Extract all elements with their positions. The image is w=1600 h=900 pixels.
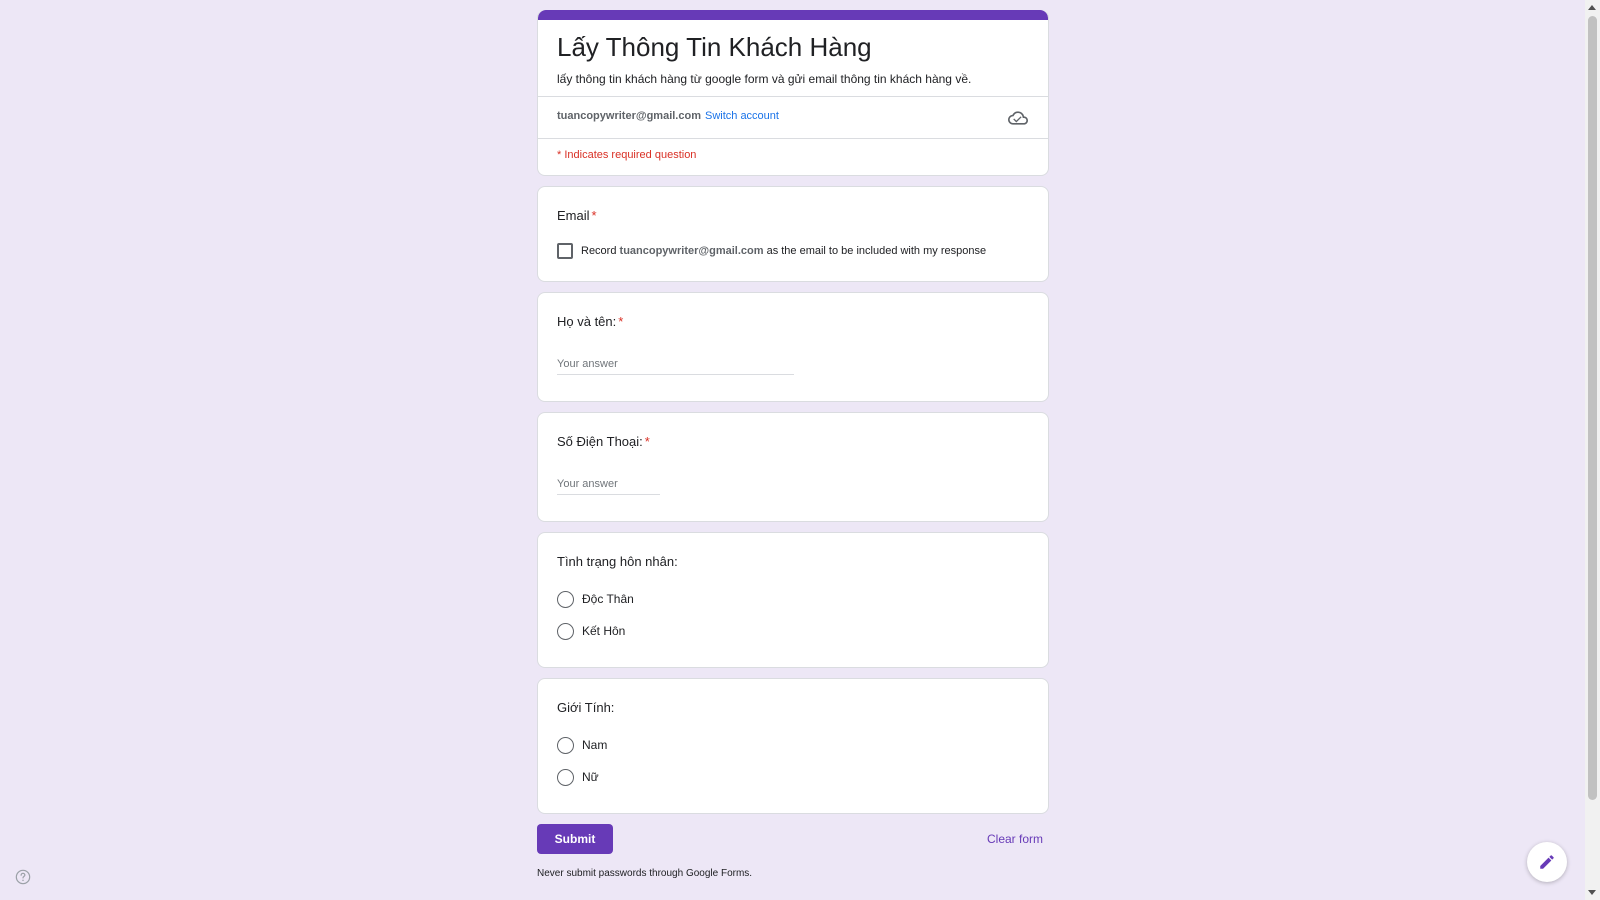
required-star: * bbox=[618, 314, 624, 329]
scroll-down-arrow-icon[interactable] bbox=[1588, 890, 1596, 895]
account-row: tuancopywriter@gmail.com Switch account bbox=[538, 96, 1048, 138]
radio-button[interactable] bbox=[557, 622, 574, 640]
cloud-done-icon bbox=[1008, 111, 1028, 125]
scrollbar-thumb[interactable] bbox=[1588, 16, 1597, 800]
question-title-text: Email bbox=[557, 208, 590, 223]
question-email: Email * Record tuancopywriter@gmail.com a… bbox=[537, 186, 1049, 282]
question-title: Email * bbox=[557, 207, 1029, 225]
record-email-address: tuancopywriter@gmail.com bbox=[619, 245, 764, 257]
question-title-text: Họ và tên: bbox=[557, 314, 617, 329]
question-title: Giới Tính: bbox=[557, 700, 615, 715]
required-star: * bbox=[591, 208, 597, 223]
account-email: tuancopywriter@gmail.com bbox=[557, 110, 701, 122]
record-email-label: Record tuancopywriter@gmail.com as the e… bbox=[581, 245, 986, 257]
name-input[interactable] bbox=[557, 354, 794, 375]
radio-option-single[interactable]: Độc Thân bbox=[557, 587, 1029, 611]
radio-option-male[interactable]: Nam bbox=[557, 733, 1029, 757]
radio-button[interactable] bbox=[557, 590, 574, 608]
record-suffix: as the email to be included with my resp… bbox=[763, 245, 987, 257]
form-header-card: Lấy Thông Tin Khách Hàng lấy thông tin k… bbox=[537, 10, 1049, 176]
vertical-scrollbar[interactable] bbox=[1585, 0, 1600, 900]
phone-input[interactable] bbox=[557, 474, 660, 495]
radio-option-female[interactable]: Nữ bbox=[557, 765, 1029, 789]
question-gender: Giới Tính: Nam Nữ bbox=[537, 678, 1049, 814]
radio-option-married[interactable]: Kết Hôn bbox=[557, 619, 1029, 643]
pencil-icon bbox=[1540, 855, 1554, 869]
record-prefix: Record bbox=[581, 245, 620, 257]
required-note: * Indicates required question bbox=[538, 138, 1048, 175]
edit-fab-button[interactable] bbox=[1527, 842, 1567, 882]
switch-account-link[interactable]: Switch account bbox=[705, 110, 779, 122]
scroll-up-arrow-icon[interactable] bbox=[1588, 5, 1596, 10]
form-actions: Submit Clear form bbox=[537, 824, 1049, 854]
footer-note: Never submit passwords through Google Fo… bbox=[537, 868, 753, 879]
radio-button[interactable] bbox=[557, 736, 574, 754]
question-title: Họ và tên: * bbox=[557, 313, 1029, 331]
question-title-text: Số Điện Thoại: bbox=[557, 434, 643, 449]
form-description: lấy thông tin khách hàng từ google form … bbox=[557, 72, 972, 86]
help-icon[interactable] bbox=[15, 869, 31, 885]
accent-bar bbox=[538, 10, 1048, 20]
question-name: Họ và tên: * bbox=[537, 292, 1049, 402]
radio-label: Độc Thân bbox=[582, 592, 634, 606]
required-star: * bbox=[644, 434, 650, 449]
clear-form-button[interactable]: Clear form bbox=[987, 832, 1043, 846]
record-email-row: Record tuancopywriter@gmail.com as the e… bbox=[557, 243, 1029, 259]
radio-group-gender: Nam Nữ bbox=[557, 733, 1029, 789]
form-container: Lấy Thông Tin Khách Hàng lấy thông tin k… bbox=[537, 10, 1049, 879]
record-email-checkbox[interactable] bbox=[557, 243, 573, 259]
question-title: Số Điện Thoại: * bbox=[557, 433, 1029, 451]
question-phone: Số Điện Thoại: * bbox=[537, 412, 1049, 522]
submit-button[interactable]: Submit bbox=[537, 824, 613, 854]
question-marital-status: Tình trạng hôn nhân: Độc Thân Kết Hôn bbox=[537, 532, 1049, 668]
radio-label: Kết Hôn bbox=[582, 624, 626, 638]
radio-label: Nam bbox=[582, 738, 608, 752]
radio-label: Nữ bbox=[582, 770, 599, 784]
question-title: Tình trạng hôn nhân: bbox=[557, 554, 678, 569]
form-header: Lấy Thông Tin Khách Hàng lấy thông tin k… bbox=[538, 20, 1048, 96]
form-title: Lấy Thông Tin Khách Hàng bbox=[557, 32, 872, 62]
radio-button[interactable] bbox=[557, 768, 574, 786]
radio-group-marital: Độc Thân Kết Hôn bbox=[557, 587, 1029, 643]
